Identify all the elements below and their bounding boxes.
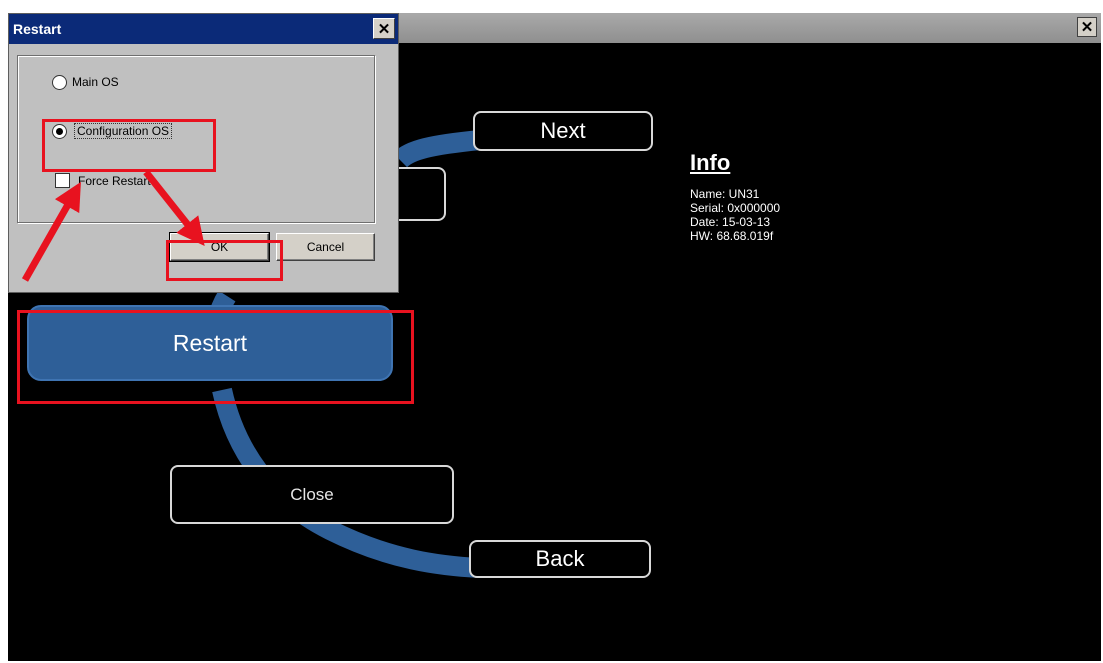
close-button[interactable]: Close bbox=[170, 465, 454, 524]
info-details: Name: UN31 Serial: 0x000000 Date: 15-03-… bbox=[690, 187, 780, 243]
next-button[interactable]: Next bbox=[473, 111, 653, 151]
dialog-close-icon[interactable]: ✕ bbox=[373, 18, 395, 39]
force-restart-checkbox[interactable] bbox=[55, 173, 70, 188]
cancel-button[interactable]: Cancel bbox=[276, 233, 375, 261]
info-serial: Serial: 0x000000 bbox=[690, 201, 781, 215]
dialog-titlebar: Restart ✕ bbox=[9, 14, 398, 44]
configuration-os-highlight bbox=[42, 119, 216, 172]
back-button[interactable]: Back bbox=[469, 540, 651, 578]
info-hw: HW: 68.68.019f bbox=[690, 229, 774, 243]
ok-highlight bbox=[166, 240, 283, 281]
main-os-radio[interactable] bbox=[52, 75, 67, 90]
main-os-label[interactable]: Main OS bbox=[72, 75, 119, 89]
info-date: Date: 15-03-13 bbox=[690, 215, 771, 229]
restart-highlight bbox=[17, 310, 414, 404]
info-name: Name: UN31 bbox=[690, 187, 760, 201]
info-title: Info bbox=[690, 150, 731, 175]
dialog-title: Restart bbox=[13, 21, 62, 37]
force-restart-label[interactable]: Force Restart bbox=[78, 174, 151, 188]
hidden-menu-button[interactable] bbox=[396, 167, 446, 221]
